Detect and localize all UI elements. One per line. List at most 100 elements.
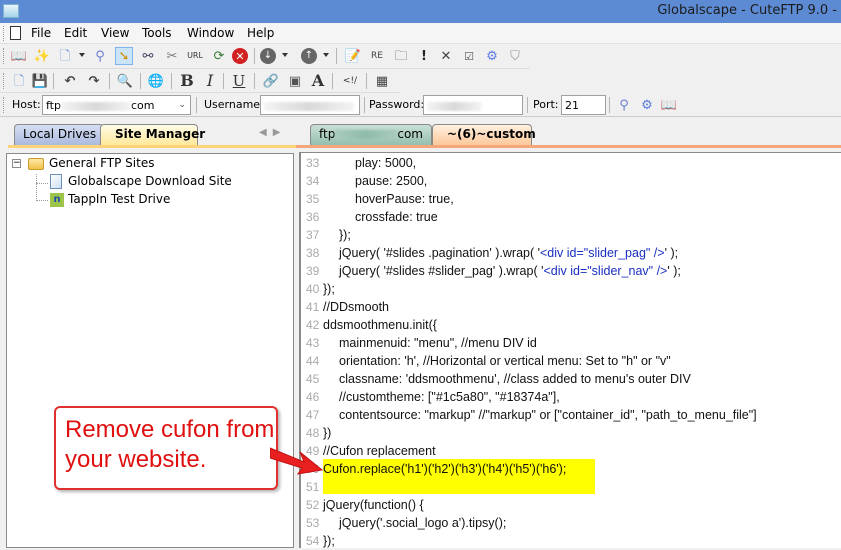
stop-icon[interactable]: ✕ <box>232 48 248 64</box>
code-text: //DDsmooth <box>323 298 389 316</box>
connbar-grip[interactable] <box>3 97 5 113</box>
disconnect-icon[interactable]: ✂ <box>163 47 181 65</box>
password-input[interactable] <box>423 95 523 115</box>
menu-tools[interactable]: Tools <box>142 26 172 40</box>
new-file-dropdown[interactable] <box>79 53 85 57</box>
add-site-icon[interactable]: 📖 <box>660 96 678 114</box>
line-number: 37 <box>306 228 320 242</box>
download-icon[interactable]: ↓ <box>260 48 276 64</box>
tappin-icon: n <box>50 193 64 207</box>
line-number: 53 <box>306 516 320 530</box>
web-icon[interactable]: 🌐 <box>147 72 165 90</box>
toolbar-grip[interactable] <box>3 73 5 89</box>
upload-dropdown[interactable] <box>323 53 329 57</box>
pointer-arrow-icon[interactable]: ➘ <box>115 47 133 65</box>
tab-underline <box>296 145 841 148</box>
bold-icon[interactable]: B <box>178 72 196 90</box>
tree-label: General FTP Sites <box>49 156 155 170</box>
shield-icon[interactable]: ⛉ <box>506 47 524 65</box>
menu-file[interactable]: File <box>31 26 51 40</box>
port-label: Port: <box>533 98 559 111</box>
cuteftp-app-icon[interactable] <box>3 4 19 18</box>
refresh-icon[interactable]: ⟳ <box>210 47 228 65</box>
connect-plug-icon[interactable]: ⚲ <box>615 96 633 114</box>
code-segment: crossfade: true <box>355 210 438 224</box>
username-input[interactable] <box>260 95 360 115</box>
tab-local-drives[interactable]: Local Drives <box>14 124 104 145</box>
tab-ftp-connection[interactable]: ftp com <box>310 124 432 145</box>
upload-icon[interactable]: ↑ <box>301 48 317 64</box>
line-number: 54 <box>306 534 320 548</box>
code-segment: }) <box>323 426 332 440</box>
tree-item-tappin-test-drive[interactable]: n TappIn Test Drive <box>12 192 272 209</box>
find-icon[interactable]: 🔍 <box>116 72 134 90</box>
reconnect-icon[interactable]: ⚯ <box>139 47 157 65</box>
tree-item-globalscape-download-site[interactable]: Globalscape Download Site <box>12 174 272 191</box>
tab-label: com <box>397 127 423 141</box>
callout-arrow-icon <box>270 447 324 475</box>
line-number: 44 <box>306 354 320 368</box>
redacted-text <box>335 130 398 139</box>
comment-tag-icon[interactable]: <!/ <box>338 72 362 90</box>
line-number: 39 <box>306 264 320 278</box>
tree-label: Globalscape Download Site <box>68 174 232 188</box>
wizard-wand-icon[interactable]: ✨ <box>33 47 51 65</box>
checked-doc-icon[interactable]: ☑ <box>460 47 478 65</box>
code-text: crossfade: true <box>355 208 438 226</box>
menu-view[interactable]: View <box>101 26 129 40</box>
line-number: 45 <box>306 372 320 386</box>
chevron-down-icon[interactable]: ⌄ <box>178 100 186 110</box>
line-number: 35 <box>306 192 320 206</box>
menu-window[interactable]: Window <box>187 26 234 40</box>
table-icon[interactable]: ▦ <box>373 72 391 90</box>
port-input[interactable]: 21 <box>561 95 606 115</box>
rename-icon[interactable]: RE <box>368 47 386 65</box>
exclamation-icon[interactable]: ! <box>415 47 433 65</box>
new-doc-icon[interactable]: 🗋 <box>10 72 28 90</box>
italic-icon[interactable]: I <box>201 72 219 90</box>
code-text: jQuery( '#slides .pagination' ).wrap( '<… <box>339 244 678 262</box>
code-segment: pause: 2500, <box>355 174 428 188</box>
document-icon[interactable] <box>10 26 21 40</box>
gear-icon[interactable]: ⚙ <box>638 96 656 114</box>
host-input[interactable]: ftp com ⌄ <box>42 95 191 115</box>
main-toolbar: 📖 ✨ 🗋 ⚲ ➘ ⚯ ✂ URL ⟳ ✕ ↓ ↑ 📝 RE 🗀 ! ✕ ☑ ⚙… <box>0 44 530 69</box>
url-icon[interactable]: URL <box>186 47 204 65</box>
save-icon[interactable]: 💾 <box>31 72 49 90</box>
line-number: 34 <box>306 174 320 188</box>
gear-icon[interactable]: ⚙ <box>483 47 501 65</box>
toolbar-grip[interactable] <box>3 48 5 64</box>
menu-edit[interactable]: Edit <box>64 26 87 40</box>
link-icon[interactable]: 🔗 <box>262 72 280 90</box>
site-page-icon <box>50 174 62 189</box>
menu-help[interactable]: Help <box>247 26 274 40</box>
code-text: play: 5000, <box>355 154 416 172</box>
tab-scroll-arrows[interactable]: ◀▶ <box>259 127 286 138</box>
underline-icon[interactable]: U <box>230 72 248 90</box>
new-folder-icon[interactable]: 🗀 <box>392 47 410 65</box>
code-text: //Cufon replacement <box>323 442 436 460</box>
menubar-grip[interactable] <box>3 26 5 41</box>
download-dropdown[interactable] <box>282 53 288 57</box>
code-segment: contentsource: "markup" //"markup" or ["… <box>339 408 757 422</box>
code-text: orientation: 'h', //Horizontal or vertic… <box>339 352 671 370</box>
delete-x-icon[interactable]: ✕ <box>437 47 455 65</box>
code-text: jQuery(function() { <box>323 496 424 514</box>
tab-custom-file[interactable]: ~(6)~custom <box>432 124 536 145</box>
tree-item-general-ftp-sites[interactable]: − General FTP Sites <box>12 156 272 173</box>
folder-icon <box>28 158 44 170</box>
redo-icon[interactable]: ↷ <box>85 72 103 90</box>
open-book-icon[interactable]: 📖 <box>10 47 28 65</box>
code-text: }); <box>323 532 335 550</box>
collapse-icon[interactable]: − <box>12 159 21 168</box>
notepad-icon[interactable]: 📝 <box>344 47 362 65</box>
code-editor[interactable]: 33 play: 5000, 34 pause: 2500, 35 hoverPause:… <box>299 152 841 548</box>
tab-site-manager[interactable]: Site Manager <box>100 124 205 145</box>
code-text: contentsource: "markup" //"markup" or ["… <box>339 406 757 424</box>
connect-plug-icon[interactable]: ⚲ <box>91 47 109 65</box>
new-file-icon[interactable]: 🗋 <box>56 47 74 65</box>
font-icon[interactable]: A <box>309 72 327 90</box>
undo-icon[interactable]: ↶ <box>61 72 79 90</box>
image-icon[interactable]: ▣ <box>286 72 304 90</box>
host-prefix: ftp <box>46 99 61 112</box>
